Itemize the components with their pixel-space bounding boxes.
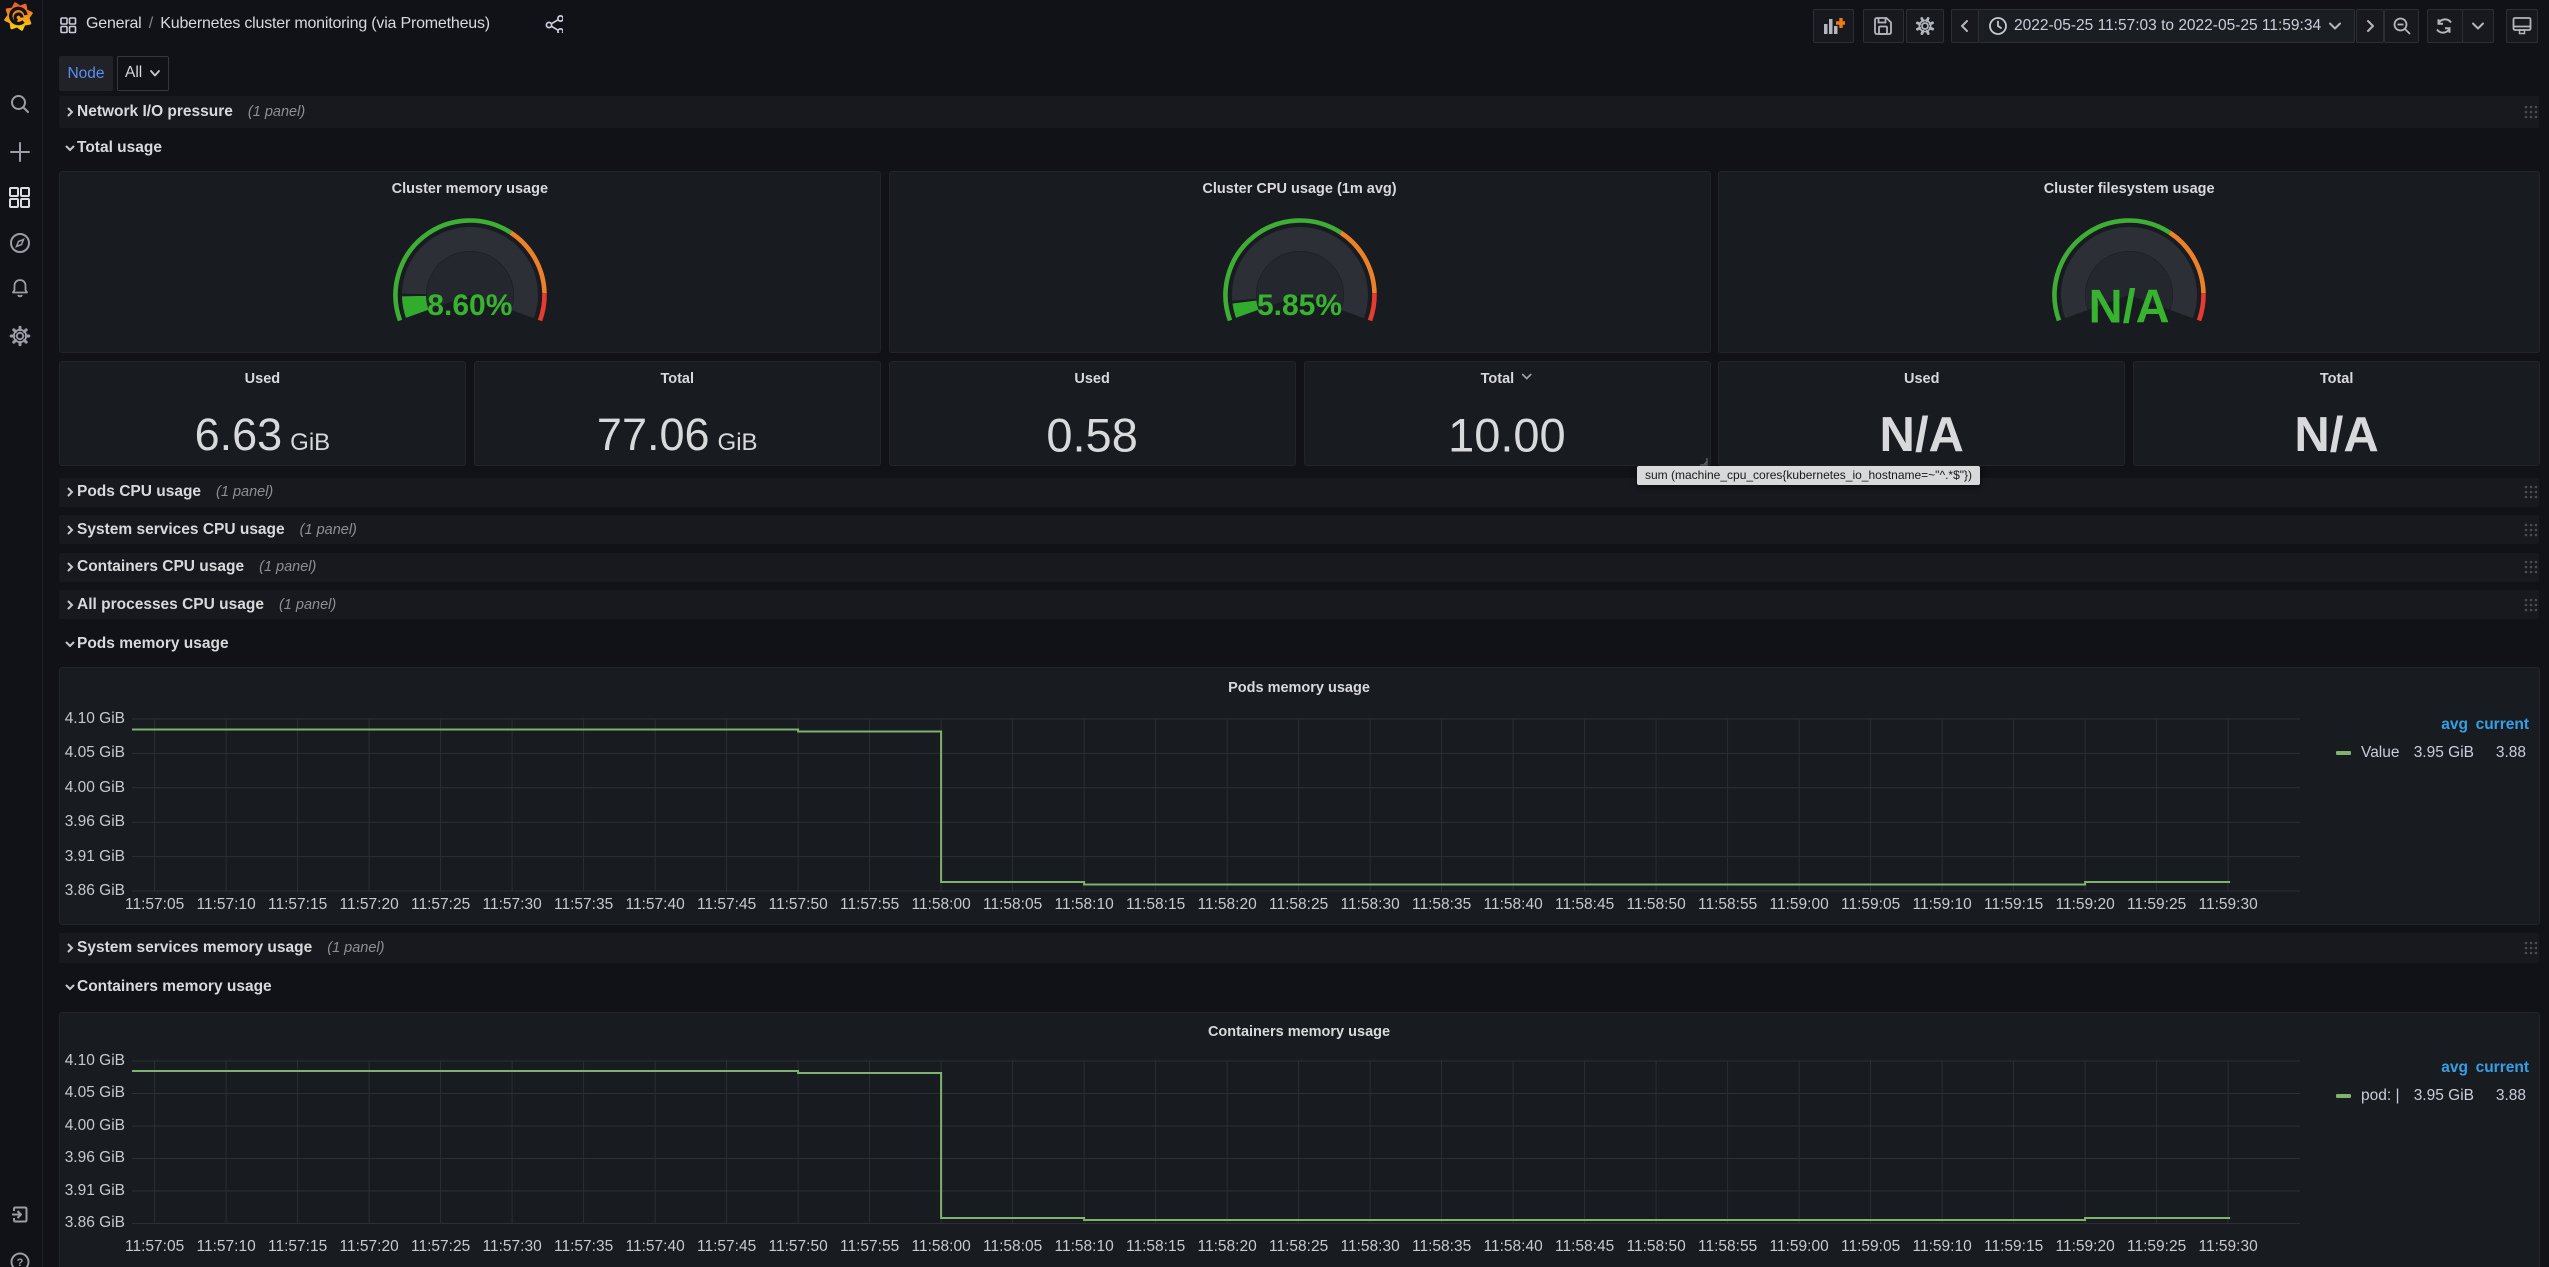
svg-text:?: ? (17, 1257, 24, 1267)
